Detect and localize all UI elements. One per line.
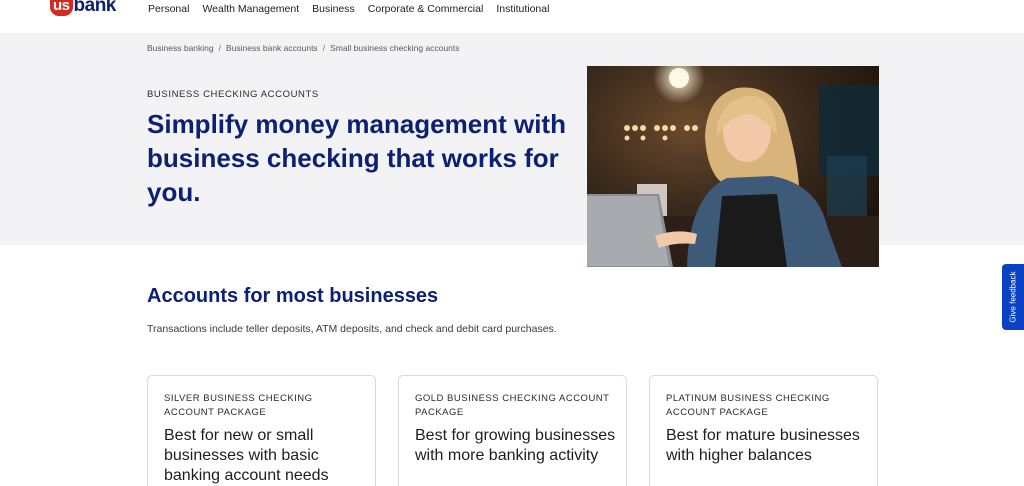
- nav-wealth-management[interactable]: Wealth Management: [202, 3, 299, 15]
- nav-corporate-commercial[interactable]: Corporate & Commercial: [368, 3, 484, 15]
- card-title: Best for mature businesses with higher b…: [666, 427, 860, 464]
- card-eyebrow: PLATINUM BUSINESS CHECKING ACCOUNT PACKA…: [666, 393, 830, 418]
- card-gold-checking[interactable]: GOLD BUSINESS CHECKING ACCOUNT PACKAGE B…: [398, 375, 627, 486]
- hero-eyebrow: BUSINESS CHECKING ACCOUNTS: [147, 89, 319, 100]
- nav-personal[interactable]: Personal: [148, 3, 189, 15]
- hero-photo: [587, 66, 879, 267]
- logo-us-mark: us: [50, 0, 73, 16]
- breadcrumb-separator: /: [218, 43, 222, 53]
- card-platinum-checking[interactable]: PLATINUM BUSINESS CHECKING ACCOUNT PACKA…: [649, 375, 878, 486]
- card-silver-checking[interactable]: SILVER BUSINESS CHECKING ACCOUNT PACKAGE…: [147, 375, 376, 486]
- main-nav: Personal Wealth Management Business Corp…: [148, 3, 562, 15]
- card-eyebrow: SILVER BUSINESS CHECKING ACCOUNT PACKAGE: [164, 393, 313, 418]
- give-feedback-button[interactable]: Give feedback: [1002, 264, 1024, 330]
- usbank-logo[interactable]: us bank: [50, 0, 116, 18]
- card-title: Best for growing businesses with more ba…: [415, 427, 616, 464]
- nav-business[interactable]: Business: [312, 3, 355, 15]
- give-feedback-label: Give feedback: [1008, 271, 1018, 323]
- accounts-section-description: Transactions include teller deposits, AT…: [147, 323, 557, 335]
- top-navigation: us bank Personal Wealth Management Busin…: [0, 0, 1024, 33]
- breadcrumb-business-bank-accounts[interactable]: Business bank accounts: [226, 43, 318, 53]
- breadcrumb-current-page: Small business checking accounts: [330, 43, 460, 53]
- page-title: Simplify money management with business …: [147, 109, 566, 207]
- nav-institutional[interactable]: Institutional: [496, 3, 549, 15]
- breadcrumb: Business banking / Business bank account…: [147, 43, 460, 53]
- card-title: Best for new or small businesses with ba…: [164, 427, 329, 484]
- photo-woman-laptop: [587, 66, 879, 267]
- breadcrumb-business-banking[interactable]: Business banking: [147, 43, 214, 53]
- card-eyebrow: GOLD BUSINESS CHECKING ACCOUNT PACKAGE: [415, 393, 610, 418]
- accounts-section-title: Accounts for most businesses: [147, 285, 439, 307]
- breadcrumb-separator: /: [322, 43, 326, 53]
- logo-bank-wordmark: bank: [73, 0, 117, 16]
